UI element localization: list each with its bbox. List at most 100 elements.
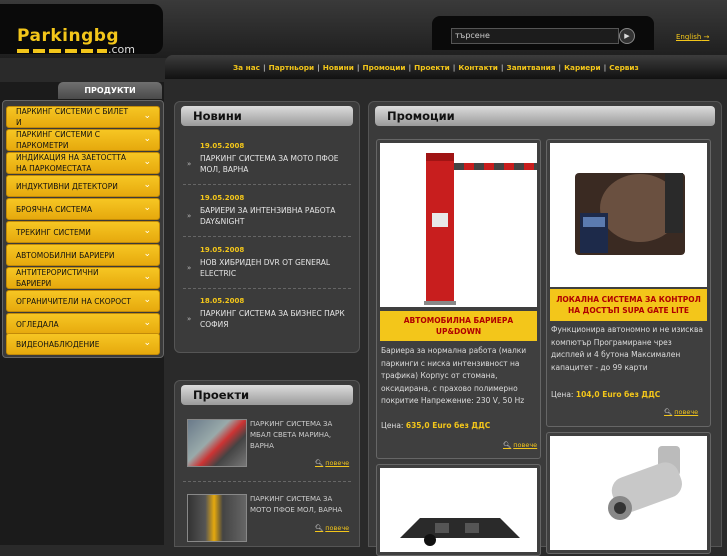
- chevron-down-icon: ⌄: [143, 157, 151, 167]
- product-label: ОГЛЕДАЛА: [16, 319, 59, 329]
- news-headline[interactable]: НОВ ХИБРИДЕН DVR ОТ GENERAL ELECTRIC: [200, 257, 360, 279]
- chevron-down-icon: ⌄: [143, 295, 151, 305]
- news-date: 19.05.2008: [200, 246, 245, 254]
- camera-image[interactable]: [550, 436, 707, 550]
- projects-title: Проекти: [181, 385, 353, 405]
- product-item-ticket-parking[interactable]: ПАРКИНГ СИСТЕМИ С БИЛЕТ И ⌄: [6, 106, 160, 128]
- news-headline[interactable]: БАРИЕРИ ЗА ИНТЕНЗИВНА РАБОТА DAY&NIGHT: [200, 205, 360, 227]
- news-headline[interactable]: ПАРКИНГ СИСТЕМА ЗА БИЗНЕС ПАРК СОФИЯ: [200, 308, 360, 330]
- project-image[interactable]: [187, 494, 247, 542]
- access-control-illustration: [575, 173, 685, 255]
- nav-item-projects[interactable]: Проекти: [414, 63, 450, 72]
- nav-separator: |: [452, 63, 456, 72]
- product-item-speed-limiters[interactable]: ОГРАНИЧИТЕЛИ НА СКОРОСТ ⌄: [6, 290, 160, 312]
- nav-separator: |: [317, 63, 320, 72]
- promo-card[interactable]: [376, 464, 541, 556]
- nav-separator: |: [262, 63, 266, 72]
- barrier-image[interactable]: [380, 143, 537, 307]
- products-tab[interactable]: ПРОДУКТИ: [58, 82, 162, 99]
- search-go-icon[interactable]: ▶: [619, 28, 635, 44]
- product-item-tracking[interactable]: ТРЕКИНГ СИСТЕМИ ⌄: [6, 221, 160, 243]
- nav-item-news[interactable]: Новини: [323, 63, 354, 72]
- more-link[interactable]: 🔍︎ повече: [315, 459, 349, 467]
- promo-description: Бариера за нормална работа (малки паркин…: [381, 346, 527, 405]
- promo-title[interactable]: АВТОМОБИЛНА БАРИЕРА UP&DOWN: [380, 311, 537, 341]
- nav-item-contacts[interactable]: Контакти: [458, 63, 497, 72]
- chevron-down-icon: ⌄: [143, 180, 151, 190]
- magnifier-icon: 🔍︎: [503, 441, 512, 449]
- news-headline[interactable]: ПАРКИНГ СИСТЕМА ЗА МОТО ПФОЕ МОЛ, ВАРНА: [200, 153, 360, 175]
- bullet-icon: »: [187, 264, 192, 272]
- news-date: 19.05.2008: [200, 194, 245, 202]
- product-item-mirrors[interactable]: ОГЛЕДАЛА ⌄: [6, 313, 160, 335]
- magnifier-icon: 🔍︎: [315, 524, 324, 532]
- search-input[interactable]: търсене: [451, 28, 619, 44]
- chevron-down-icon: ⌄: [143, 338, 151, 348]
- logo-suffix: .com: [108, 43, 135, 56]
- promo-card[interactable]: [546, 432, 711, 554]
- nav-item-careers[interactable]: Кариери: [564, 63, 601, 72]
- promotions-title: Промоции: [375, 106, 715, 126]
- news-panel: Новини 19.05.2008 » ПАРКИНГ СИСТЕМА ЗА М…: [174, 101, 360, 353]
- product-item-occupancy[interactable]: ИНДИКАЦИЯ НА ЗАЕТОСТТА НА ПАРКОМЕСТАТА ⌄: [6, 152, 160, 174]
- more-label: повече: [325, 524, 350, 532]
- product-label: ПАРКИНГ СИСТЕМИ С БИЛЕТ И: [16, 107, 129, 127]
- logo[interactable]: Parkingbg .com: [0, 4, 163, 56]
- access-control-image[interactable]: [550, 143, 707, 287]
- more-link[interactable]: 🔍︎ повече: [315, 524, 349, 532]
- product-item-counting[interactable]: БРОЯЧНА СИСТЕМА ⌄: [6, 198, 160, 220]
- nav-item-about[interactable]: За нас: [233, 63, 260, 72]
- camera-illustration: [608, 446, 682, 520]
- products-panel: ПАРКИНГ СИСТЕМИ С БИЛЕТ И ⌄ ПАРКИНГ СИСТЕ…: [2, 100, 164, 358]
- bullet-icon: »: [187, 160, 192, 168]
- projects-panel: Проекти ПАРКИНГ СИСТЕМА ЗА МБАЛ СВЕТА МА…: [174, 380, 360, 547]
- product-label: БРОЯЧНА СИСТЕМА: [16, 204, 93, 214]
- barrier-illustration: [424, 153, 537, 305]
- product-label: АНТИТЕРОРИСТИЧНИ БАРИЕРИ: [16, 268, 99, 288]
- product-item-inductive[interactable]: ИНДУКТИВНИ ДЕТЕКТОРИ ⌄: [6, 175, 160, 197]
- promo-price: Цена: 635,0 Euro без ДДС: [381, 421, 490, 430]
- magnifier-icon: 🔍︎: [664, 408, 673, 416]
- language-link[interactable]: English →: [676, 33, 709, 41]
- product-item-anti-terror[interactable]: АНТИТЕРОРИСТИЧНИ БАРИЕРИ ⌄: [6, 267, 160, 289]
- nav-item-service[interactable]: Сервиз: [609, 63, 639, 72]
- nav-separator: |: [356, 63, 360, 72]
- product-label: ВИДЕОНАБЛЮДЕНИЕ: [16, 339, 100, 349]
- divider: [183, 236, 351, 237]
- bullet-icon: »: [187, 315, 192, 323]
- project-title[interactable]: ПАРКИНГ СИСТЕМА ЗА МОТО ПФОЕ МОЛ, ВАРНА: [250, 494, 345, 516]
- speed-bump-illustration: [400, 518, 520, 546]
- promo-card[interactable]: АВТОМОБИЛНА БАРИЕРА UP&DOWN Бариера за н…: [376, 139, 541, 459]
- nav-separator: |: [500, 63, 504, 72]
- project-image[interactable]: [187, 419, 247, 467]
- promo-title[interactable]: ЛОКАЛНА СИСТЕМА ЗА КОНТРОЛ НА ДОСТЪП SUP…: [550, 289, 707, 321]
- product-item-parking-meters[interactable]: ПАРКИНГ СИСТЕМИ С ПАРКОМЕТРИ ⌄: [6, 129, 160, 151]
- product-item-video[interactable]: ВИДЕОНАБЛЮДЕНИЕ ⌄: [6, 333, 160, 355]
- divider: [183, 288, 351, 289]
- product-label: ПАРКИНГ СИСТЕМИ С ПАРКОМЕТРИ: [16, 130, 100, 150]
- news-title: Новини: [181, 106, 353, 126]
- logo-stripes: [17, 49, 107, 53]
- project-title[interactable]: ПАРКИНГ СИСТЕМА ЗА МБАЛ СВЕТА МАРИНА, ВА…: [250, 419, 345, 452]
- product-label: АВТОМОБИЛНИ БАРИЕРИ: [16, 250, 115, 260]
- price-label: Цена:: [551, 390, 574, 399]
- language-label: English: [676, 33, 702, 41]
- chevron-down-icon: ⌄: [143, 134, 151, 144]
- more-label: повече: [325, 459, 350, 467]
- product-label: ИНДУКТИВНИ ДЕТЕКТОРИ: [16, 181, 118, 191]
- product-label: ОГРАНИЧИТЕЛИ НА СКОРОСТ: [16, 296, 131, 306]
- more-link[interactable]: 🔍︎ повече: [503, 441, 537, 449]
- promo-card[interactable]: ЛОКАЛНА СИСТЕМА ЗА КОНТРОЛ НА ДОСТЪП SUP…: [546, 139, 711, 427]
- chevron-down-icon: ⌄: [143, 249, 151, 259]
- product-item-barriers[interactable]: АВТОМОБИЛНИ БАРИЕРИ ⌄: [6, 244, 160, 266]
- nav-separator: |: [408, 63, 412, 72]
- chevron-down-icon: ⌄: [143, 203, 151, 213]
- speed-bump-image[interactable]: [380, 468, 537, 552]
- more-label: повече: [674, 408, 699, 416]
- news-date: 18.05.2008: [200, 297, 245, 305]
- nav-item-promotions[interactable]: Промоции: [362, 63, 405, 72]
- chevron-down-icon: ⌄: [143, 318, 151, 328]
- nav-item-inquiries[interactable]: Запитвания: [507, 63, 556, 72]
- nav-item-partners[interactable]: Партньори: [269, 63, 315, 72]
- more-link[interactable]: 🔍︎ повече: [664, 408, 698, 416]
